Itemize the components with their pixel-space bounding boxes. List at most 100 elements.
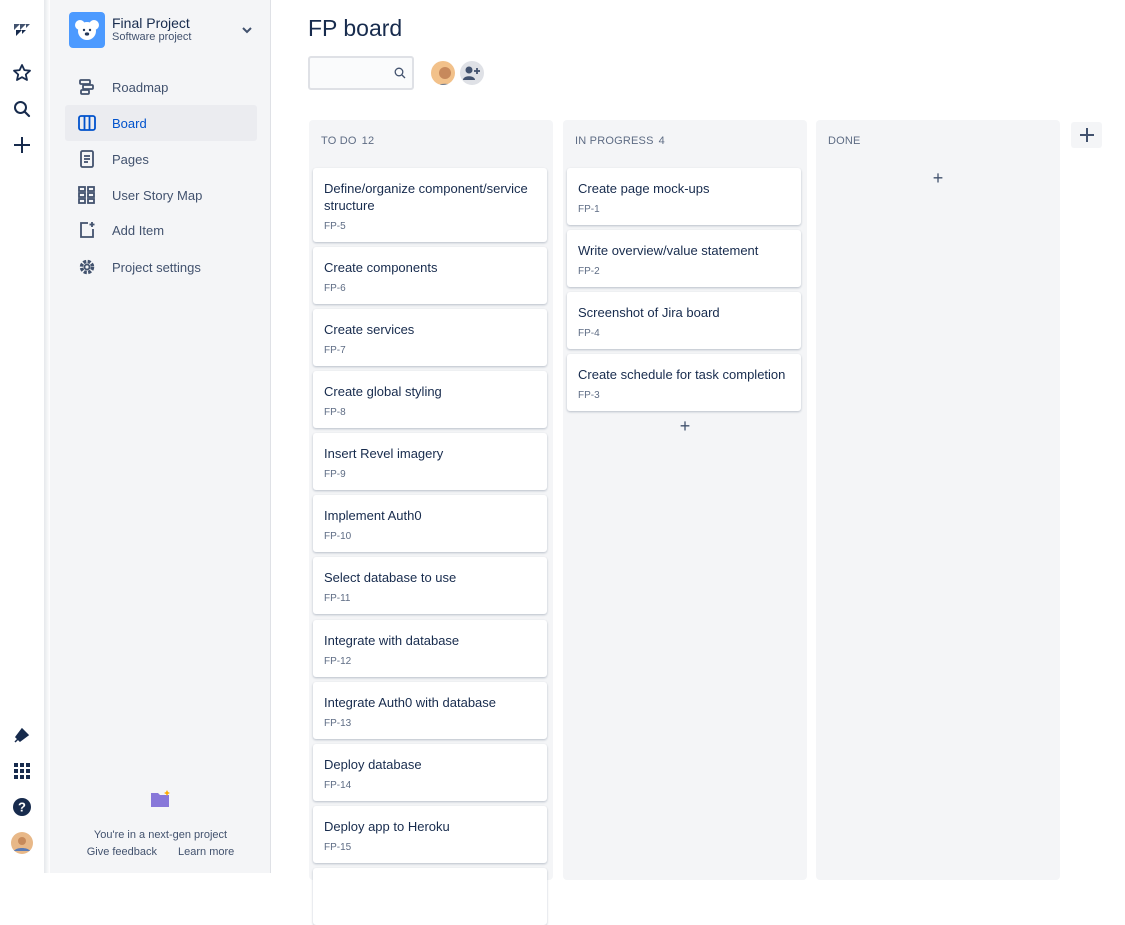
- issue-title: Create schedule for task completion: [578, 367, 786, 382]
- issue-title: Create global styling: [324, 384, 442, 399]
- roadmap-icon: [77, 77, 97, 97]
- sidebar-item-add-item[interactable]: Add Item: [65, 212, 257, 248]
- sidebar-item-user-story-map[interactable]: User Story Map: [65, 177, 257, 213]
- page-title: FP board: [308, 15, 403, 41]
- issue-title: Screenshot of Jira board: [578, 305, 720, 320]
- app-switcher-icon[interactable]: [9, 758, 35, 784]
- issue-key: FP-11: [324, 593, 351, 604]
- project-avatar: [69, 12, 105, 48]
- sidebar-item-project-settings[interactable]: Project settings: [65, 249, 257, 285]
- learn-more-link[interactable]: Learn more: [178, 846, 234, 858]
- issue-card[interactable]: Deploy app to Heroku FP-15: [313, 806, 547, 863]
- issue-title: Write overview/value statement: [578, 243, 759, 258]
- issue-key: FP-15: [324, 842, 352, 853]
- project-type: Software project: [112, 31, 192, 43]
- notifications-icon[interactable]: [9, 722, 35, 748]
- issue-card[interactable]: [313, 868, 547, 925]
- sidebar-item-roadmap[interactable]: Roadmap: [65, 69, 257, 105]
- add-column-button[interactable]: [1071, 122, 1102, 148]
- issue-key: FP-13: [324, 718, 352, 729]
- add-item-icon: [77, 220, 97, 240]
- sidebar-item-label: User Story Map: [112, 187, 203, 203]
- assignee-avatar[interactable]: [429, 59, 457, 87]
- issue-count: 4: [658, 135, 665, 147]
- column-header: IN PROGRESS 4: [575, 135, 665, 147]
- project-switcher[interactable]: Final Project Software project: [69, 12, 259, 48]
- column-header: TO DO 12: [321, 135, 374, 147]
- issue-title: Deploy app to Heroku: [324, 819, 450, 834]
- issue-key: FP-7: [324, 345, 346, 356]
- svg-text:?: ?: [18, 800, 26, 815]
- board-search[interactable]: [308, 56, 414, 90]
- issue-card[interactable]: Deploy database FP-14: [313, 744, 547, 801]
- issue-key: FP-5: [324, 221, 346, 232]
- create-issue-plus-icon[interactable]: +: [563, 416, 807, 437]
- search-icon[interactable]: [9, 96, 35, 122]
- issue-card[interactable]: Integrate Auth0 with database FP-13: [313, 682, 547, 739]
- sidebar-item-label: Project settings: [112, 259, 201, 275]
- sidebar-item-label: Roadmap: [112, 79, 169, 95]
- jira-logo-icon[interactable]: [9, 17, 35, 43]
- board-icon: [77, 113, 97, 133]
- issue-key: FP-12: [324, 656, 352, 667]
- help-icon[interactable]: ?: [9, 794, 35, 820]
- sidebar-item-label: Add Item: [112, 222, 165, 238]
- plus-icon: [1079, 128, 1094, 142]
- sidebar-footer: You're in a next-gen project Give feedba…: [50, 790, 271, 858]
- folder-sparkle-icon: [150, 790, 170, 807]
- issue-card[interactable]: Create global styling FP-8: [313, 371, 547, 428]
- project-sidebar: Final Project Software project Roadmap B…: [50, 0, 271, 873]
- issue-card[interactable]: Select database to use FP-11: [313, 557, 547, 614]
- issue-card[interactable]: Create components FP-6: [313, 247, 547, 304]
- issue-title: Create page mock-ups: [578, 181, 710, 196]
- issue-card[interactable]: Implement Auth0 FP-10: [313, 495, 547, 552]
- issue-title: Integrate Auth0 with database: [324, 695, 497, 710]
- create-issue-plus-icon[interactable]: +: [816, 168, 1060, 189]
- column-title: TO DO: [321, 135, 357, 147]
- issue-title: Deploy database: [324, 757, 422, 772]
- issue-card[interactable]: Create page mock-ups FP-1: [567, 168, 801, 225]
- issue-title: Integrate with database: [324, 633, 460, 648]
- column-todo: TO DO 12 Define/organize component/servic…: [309, 120, 553, 925]
- project-name: Final Project: [112, 15, 190, 31]
- column-title: DONE: [828, 135, 861, 147]
- sidebar-item-label: Board: [112, 115, 147, 131]
- add-people-icon[interactable]: [458, 59, 486, 87]
- issue-card[interactable]: Integrate with database FP-12: [313, 620, 547, 677]
- issue-title: Select database to use: [324, 570, 457, 585]
- issue-count: 12: [361, 135, 375, 147]
- issue-card[interactable]: Screenshot of Jira board FP-4: [567, 292, 801, 349]
- next-gen-message: You're in a next-gen project: [93, 829, 228, 841]
- star-icon[interactable]: [9, 60, 35, 86]
- give-feedback-link[interactable]: Give feedback: [87, 846, 157, 858]
- issue-card[interactable]: Write overview/value statement FP-2: [567, 230, 801, 287]
- issue-key: FP-4: [578, 328, 600, 339]
- column-title: IN PROGRESS: [575, 135, 654, 147]
- column-done: DONE +: [816, 120, 1060, 880]
- search-input[interactable]: [314, 58, 396, 88]
- issue-card[interactable]: Define/organize component/service struct…: [313, 168, 547, 242]
- issue-key: FP-3: [578, 390, 600, 401]
- issue-card[interactable]: Insert Revel imagery FP-9: [313, 433, 547, 490]
- issue-title: Create services: [324, 322, 415, 337]
- column-in-progress: IN PROGRESS 4 Create page mock-ups FP-1 W…: [563, 120, 807, 880]
- story-map-icon: [77, 185, 97, 205]
- user-avatar[interactable]: [9, 830, 35, 856]
- issue-card[interactable]: Create schedule for task completion FP-3: [567, 354, 801, 411]
- issue-key: FP-8: [324, 407, 346, 418]
- chevron-down-icon[interactable]: [241, 23, 253, 41]
- issue-title: Implement Auth0: [324, 508, 422, 523]
- issue-card[interactable]: Create services FP-7: [313, 309, 547, 366]
- issue-key: FP-2: [578, 266, 600, 277]
- create-plus-icon[interactable]: [9, 132, 35, 158]
- issue-key: FP-14: [324, 780, 352, 791]
- issue-title: Create components: [324, 260, 438, 275]
- issue-key: FP-6: [324, 283, 346, 294]
- global-nav: ?: [0, 0, 44, 873]
- issue-key: FP-9: [324, 469, 346, 480]
- sidebar-item-board[interactable]: Board: [65, 105, 257, 141]
- sidebar-item-pages[interactable]: Pages: [65, 141, 257, 177]
- issue-title: Define/organize component/service struct…: [324, 181, 528, 213]
- issue-key: FP-1: [578, 204, 600, 215]
- pages-icon: [77, 149, 97, 169]
